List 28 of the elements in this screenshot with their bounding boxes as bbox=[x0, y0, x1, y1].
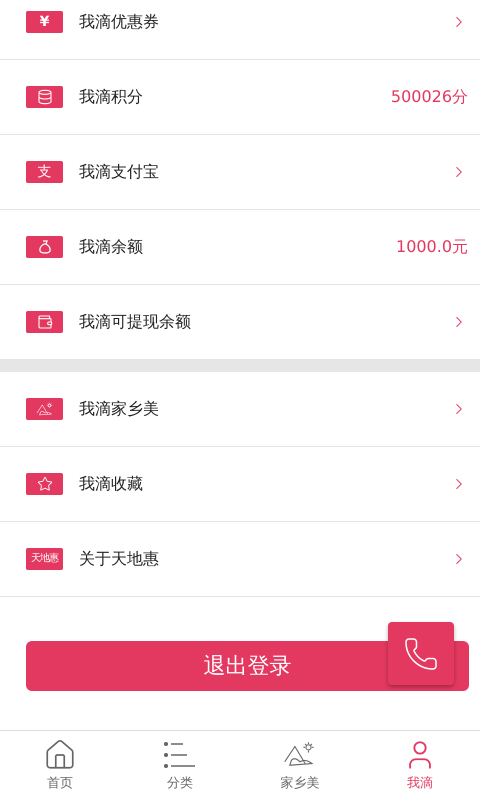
menu-label: 我滴收藏 bbox=[79, 473, 143, 495]
tab-label: 分类 bbox=[167, 774, 193, 793]
menu-label: 我滴支付宝 bbox=[79, 161, 159, 183]
menu-label: 关于天地惠 bbox=[79, 548, 159, 570]
tab-item[interactable]: 家乡美 bbox=[240, 731, 360, 800]
tab-label: 首页 bbox=[47, 774, 73, 793]
tab-label: 我滴 bbox=[407, 774, 433, 793]
tab-item[interactable]: 分类 bbox=[120, 731, 240, 800]
menu-label: 我滴积分 bbox=[79, 86, 143, 108]
logo-text: 天地惠 bbox=[31, 554, 58, 564]
tab-item[interactable]: 首页 bbox=[0, 731, 120, 800]
tab-label: 家乡美 bbox=[280, 774, 320, 793]
menu-label: 我滴余额 bbox=[79, 236, 143, 258]
menu-value: 500026分 bbox=[390, 86, 468, 108]
star-icon bbox=[36, 476, 52, 492]
menu-label: 我滴可提现余额 bbox=[79, 311, 191, 333]
alipay-icon: 支 bbox=[38, 165, 52, 179]
yen-icon: ¥ bbox=[40, 15, 50, 29]
scenery-icon bbox=[36, 402, 54, 416]
menu-value: 1000.0元 bbox=[396, 236, 468, 258]
menu-label: 我滴家乡美 bbox=[79, 398, 159, 420]
phone-button[interactable] bbox=[388, 622, 454, 685]
tab-item[interactable]: 我滴 bbox=[360, 731, 480, 800]
coins-icon bbox=[36, 89, 52, 105]
phone-icon bbox=[403, 636, 439, 672]
money-bag-icon bbox=[36, 239, 52, 255]
menu-label: 我滴优惠券 bbox=[79, 11, 159, 33]
wallet-icon bbox=[36, 314, 52, 330]
